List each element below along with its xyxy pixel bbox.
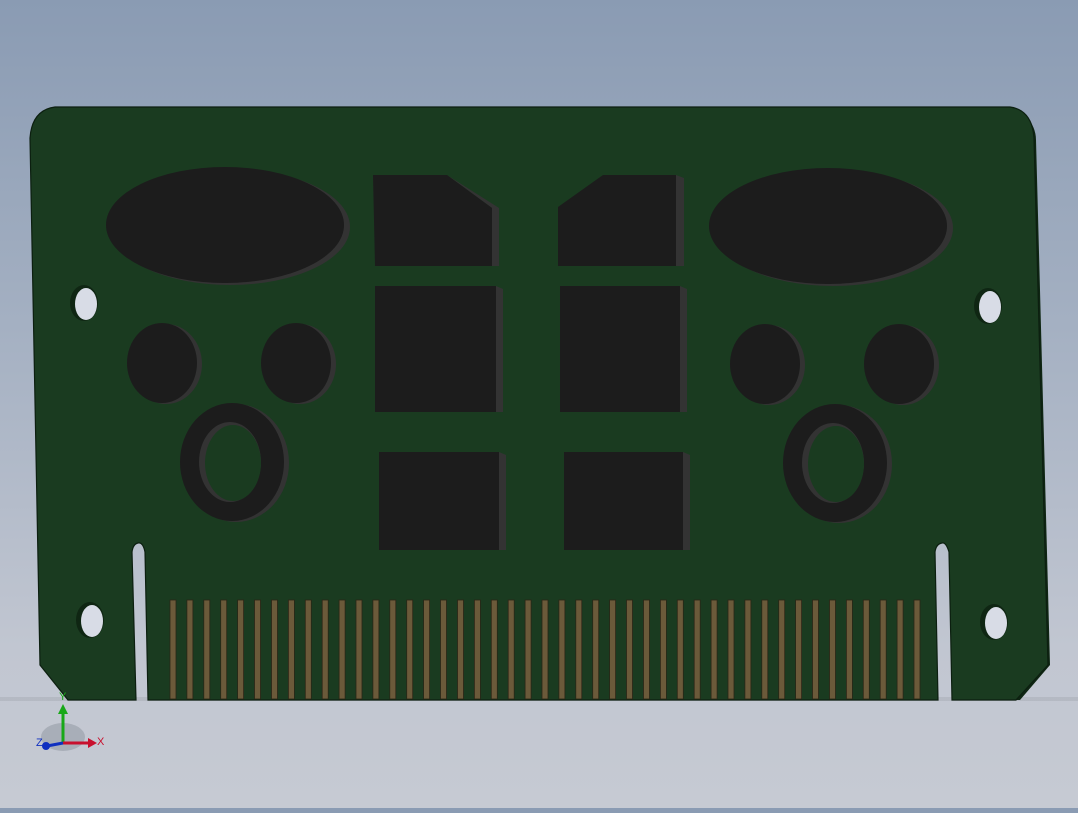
mounting-hole: [75, 288, 97, 320]
edge-contact: [321, 599, 329, 700]
edge-contact: [406, 599, 414, 700]
edge-contact: [237, 599, 245, 700]
edge-contact: [744, 599, 752, 700]
edge-contact: [829, 599, 836, 700]
edge-contact: [541, 599, 549, 700]
edge-contact: [338, 599, 346, 700]
round-pad: [127, 323, 197, 403]
lower-chip-right: [564, 452, 683, 550]
edge-contact: [592, 599, 600, 700]
edge-contact: [355, 599, 363, 700]
edge-contact: [676, 599, 684, 700]
z-axis-arrow: [42, 742, 50, 750]
edge-contact: [626, 599, 633, 700]
edge-contact: [660, 599, 667, 700]
edge-contact: [457, 599, 464, 700]
edge-contact: [304, 599, 312, 700]
chip-side: [676, 175, 684, 266]
edge-contact: [812, 599, 819, 700]
edge-contact: [254, 599, 261, 700]
chip-side: [499, 452, 506, 550]
edge-contact: [710, 599, 718, 700]
edge-contact: [693, 599, 701, 700]
edge-contact: [913, 599, 921, 700]
edge-contact: [862, 599, 870, 700]
edge-contact: [846, 599, 853, 700]
edge-contact: [524, 599, 532, 700]
model-canvas[interactable]: Y X Z: [0, 0, 1078, 808]
edge-contact: [575, 599, 583, 700]
edge-contact: [287, 599, 295, 700]
edge-contact: [186, 599, 194, 700]
edge-contact: [389, 599, 397, 700]
lower-chip-left: [379, 452, 499, 550]
edge-contact: [372, 599, 380, 700]
middle-chip-right: [560, 286, 680, 412]
edge-contact: [761, 599, 769, 700]
round-pad: [261, 323, 331, 403]
mounting-hole: [979, 291, 1001, 323]
edge-contact: [169, 599, 177, 700]
edge-contact: [778, 599, 786, 700]
y-axis-arrow: [58, 704, 68, 714]
3d-viewport[interactable]: Y X Z: [0, 0, 1078, 808]
ring-hole: [205, 425, 261, 501]
z-axis-label: Z: [36, 737, 43, 749]
x-axis-arrow: [88, 738, 97, 748]
round-pad: [864, 324, 934, 404]
edge-contact: [271, 599, 278, 700]
edge-contact: [879, 599, 887, 700]
chip-side: [683, 452, 690, 550]
mounting-hole: [81, 605, 103, 637]
oval-component: [106, 167, 344, 283]
oval-component: [709, 168, 947, 284]
edge-contact: [558, 599, 566, 700]
middle-chip-left: [375, 286, 496, 412]
edge-contact: [896, 599, 904, 700]
edge-contact: [795, 599, 802, 700]
chip-side: [680, 286, 687, 412]
edge-contact: [490, 599, 498, 700]
edge-contact: [609, 599, 616, 700]
x-axis-label: X: [97, 736, 105, 748]
edge-contact: [643, 599, 650, 700]
edge-contact: [440, 599, 447, 700]
ring-hole: [808, 426, 864, 502]
y-axis-label: Y: [59, 691, 67, 703]
edge-contact: [473, 599, 481, 700]
edge-contact: [423, 599, 431, 700]
edge-contact: [220, 599, 228, 700]
edge-contact: [727, 599, 735, 700]
chip-side: [496, 286, 503, 412]
edge-contact: [203, 599, 211, 700]
round-pad: [730, 324, 800, 404]
edge-contact: [507, 599, 515, 700]
mounting-hole: [985, 607, 1007, 639]
